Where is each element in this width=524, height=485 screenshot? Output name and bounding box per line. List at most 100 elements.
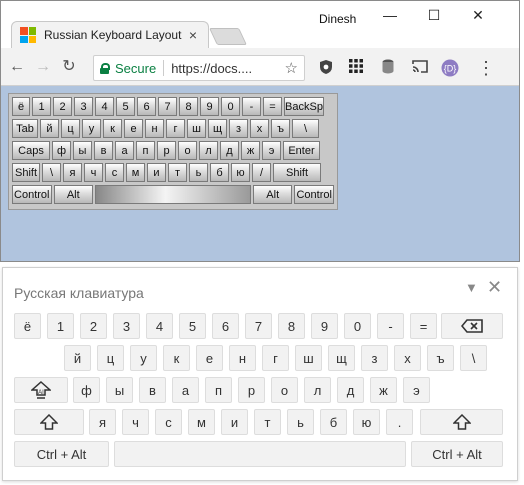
- key-3[interactable]: 3: [113, 313, 140, 339]
- virtual-key[interactable]: й: [40, 119, 59, 138]
- url-text[interactable]: https://docs....: [171, 61, 284, 76]
- key-row2-0[interactable]: й: [64, 345, 91, 371]
- virtual-key[interactable]: с: [105, 163, 124, 182]
- key-row4-6[interactable]: ь: [287, 409, 314, 435]
- virtual-key[interactable]: в: [94, 141, 113, 160]
- key-10[interactable]: 0: [344, 313, 371, 339]
- key-row2-1[interactable]: ц: [97, 345, 124, 371]
- key-row3-6[interactable]: о: [271, 377, 298, 403]
- forward-icon[interactable]: →: [33, 57, 53, 77]
- close-keyboard-icon[interactable]: ✕: [487, 277, 502, 298]
- virtual-key[interactable]: ж: [241, 141, 260, 160]
- profile-badge-icon[interactable]: {D}: [441, 59, 459, 77]
- menu-dots-icon[interactable]: ⋮: [477, 59, 495, 77]
- key-row4-5[interactable]: т: [254, 409, 281, 435]
- virtual-key[interactable]: л: [199, 141, 218, 160]
- key-row4-8[interactable]: ю: [353, 409, 380, 435]
- key-12[interactable]: =: [410, 313, 437, 339]
- virtual-key[interactable]: Control: [294, 185, 334, 204]
- key-row3-9[interactable]: ж: [370, 377, 397, 403]
- reload-icon[interactable]: ↻: [59, 57, 79, 77]
- key-row4-3[interactable]: м: [188, 409, 215, 435]
- virtual-key[interactable]: ф: [52, 141, 71, 160]
- key-row4-1[interactable]: ч: [122, 409, 149, 435]
- key-row3-3[interactable]: а: [172, 377, 199, 403]
- virtual-key[interactable]: Enter: [283, 141, 320, 160]
- virtual-key[interactable]: ю: [231, 163, 250, 182]
- shift-left-key[interactable]: [14, 409, 84, 435]
- key-8[interactable]: 8: [278, 313, 305, 339]
- virtual-key[interactable]: а: [115, 141, 134, 160]
- maximize-icon[interactable]: ☐: [419, 7, 449, 27]
- key-row2-9[interactable]: з: [361, 345, 388, 371]
- virtual-key[interactable]: щ: [208, 119, 227, 138]
- virtual-key[interactable]: 6: [137, 97, 156, 116]
- ctrl-alt-right-key[interactable]: Ctrl + Alt: [411, 441, 503, 467]
- virtual-key[interactable]: э: [262, 141, 281, 160]
- ctrl-alt-left-key[interactable]: Ctrl + Alt: [14, 441, 109, 467]
- virtual-key[interactable]: 5: [116, 97, 135, 116]
- key-row3-10[interactable]: э: [403, 377, 430, 403]
- key-row3-4[interactable]: п: [205, 377, 232, 403]
- virtual-key[interactable]: о: [178, 141, 197, 160]
- minimize-keyboard-icon[interactable]: ▼: [465, 280, 478, 295]
- database-icon[interactable]: [379, 59, 397, 77]
- key-row4-2[interactable]: с: [155, 409, 182, 435]
- virtual-key[interactable]: д: [220, 141, 239, 160]
- virtual-key[interactable]: -: [242, 97, 261, 116]
- virtual-key[interactable]: я: [63, 163, 82, 182]
- key-row3-7[interactable]: л: [304, 377, 331, 403]
- virtual-space-key[interactable]: [95, 185, 251, 204]
- virtual-key[interactable]: е: [124, 119, 143, 138]
- key-row3-5[interactable]: р: [238, 377, 265, 403]
- minimize-icon[interactable]: —: [375, 7, 405, 27]
- virtual-key[interactable]: Caps: [12, 141, 50, 160]
- virtual-key[interactable]: х: [250, 119, 269, 138]
- space-bar[interactable]: [114, 441, 406, 467]
- virtual-key[interactable]: г: [166, 119, 185, 138]
- virtual-key[interactable]: ц: [61, 119, 80, 138]
- virtual-key[interactable]: к: [103, 119, 122, 138]
- virtual-key[interactable]: 9: [200, 97, 219, 116]
- bookmark-star-icon[interactable]: ☆: [285, 59, 298, 77]
- key-row2-6[interactable]: г: [262, 345, 289, 371]
- key-1[interactable]: 1: [47, 313, 74, 339]
- virtual-key[interactable]: 4: [95, 97, 114, 116]
- key-row2-10[interactable]: х: [394, 345, 421, 371]
- key-2[interactable]: 2: [80, 313, 107, 339]
- key-row3-2[interactable]: в: [139, 377, 166, 403]
- virtual-key[interactable]: Alt: [53, 185, 93, 204]
- close-window-icon[interactable]: ✕: [463, 7, 493, 27]
- virtual-key[interactable]: 8: [179, 97, 198, 116]
- virtual-key[interactable]: ъ: [271, 119, 290, 138]
- virtual-key[interactable]: 7: [158, 97, 177, 116]
- key-row2-4[interactable]: е: [196, 345, 223, 371]
- key-row4-0[interactable]: я: [89, 409, 116, 435]
- virtual-key[interactable]: 3: [74, 97, 93, 116]
- key-7[interactable]: 7: [245, 313, 272, 339]
- virtual-key[interactable]: \: [292, 119, 319, 138]
- tab-close-icon[interactable]: ×: [186, 27, 200, 43]
- virtual-key[interactable]: ё: [12, 97, 30, 116]
- key-row2-5[interactable]: н: [229, 345, 256, 371]
- key-row2-7[interactable]: ш: [295, 345, 322, 371]
- virtual-key[interactable]: п: [136, 141, 155, 160]
- profile-name[interactable]: Dinesh: [319, 12, 356, 26]
- virtual-key[interactable]: м: [126, 163, 145, 182]
- virtual-key[interactable]: Shift: [273, 163, 321, 182]
- caps-lock-key[interactable]: AI: [14, 377, 68, 403]
- key-row2-3[interactable]: к: [163, 345, 190, 371]
- key-4[interactable]: 4: [146, 313, 173, 339]
- virtual-key[interactable]: т: [168, 163, 187, 182]
- shift-right-key[interactable]: [420, 409, 503, 435]
- key-row2-8[interactable]: щ: [328, 345, 355, 371]
- key-9[interactable]: 9: [311, 313, 338, 339]
- virtual-key[interactable]: 0: [221, 97, 240, 116]
- virtual-key[interactable]: ь: [189, 163, 208, 182]
- extension-shield-icon[interactable]: [317, 59, 335, 77]
- key-row3-1[interactable]: ы: [106, 377, 133, 403]
- key-row2-2[interactable]: у: [130, 345, 157, 371]
- key-5[interactable]: 5: [179, 313, 206, 339]
- apps-grid-icon[interactable]: [347, 59, 365, 77]
- virtual-key[interactable]: 2: [53, 97, 72, 116]
